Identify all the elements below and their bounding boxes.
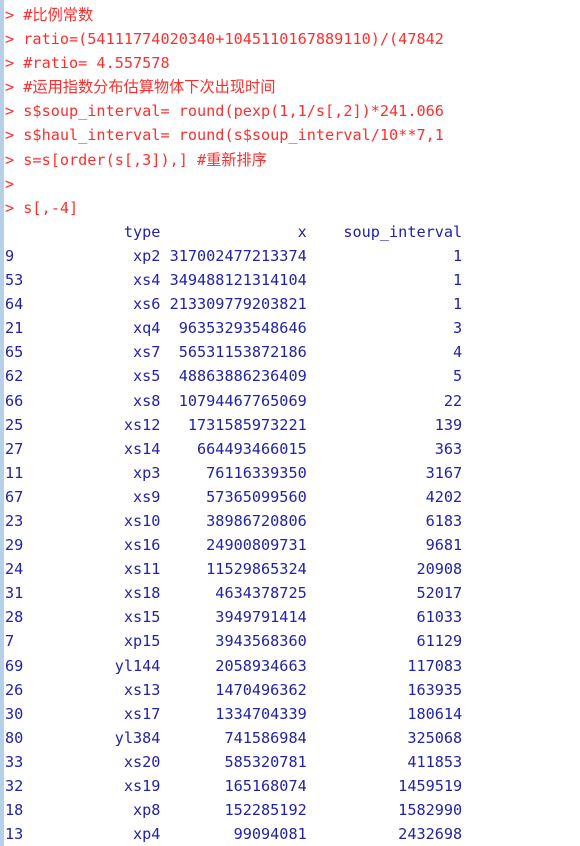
console-command-line: > [5, 174, 15, 193]
table-row: 30 xs17 1334704339 180614 [5, 704, 463, 723]
r-console[interactable]: > #比例常数 > ratio=(54111774020340+104511016… [0, 0, 580, 846]
table-row: 29 xs16 24900809731 9681 [5, 536, 463, 555]
table-row: 66 xs8 10794467765069 22 [5, 391, 463, 410]
table-row: 11 xp3 76116339350 3167 [5, 463, 463, 482]
table-row: 21 xq4 96353293548646 3 [5, 319, 463, 338]
table-row: 28 xs15 3949791414 61033 [5, 608, 463, 627]
console-command-line: > s$haul_interval= round(s$soup_interval… [5, 126, 444, 145]
table-row: 25 xs12 1731585973221 139 [5, 415, 463, 434]
console-output-area: > #比例常数 > ratio=(54111774020340+104511016… [5, 3, 580, 846]
table-row: 31 xs18 4634378725 52017 [5, 584, 463, 603]
left-gutter-strip [0, 0, 4, 846]
console-command-line: > s$soup_interval= round(pexp(1,1/s[,2])… [5, 102, 444, 121]
table-row: 53 xs4 349488121314104 1 [5, 271, 463, 290]
console-command-line: > #比例常数 [5, 6, 94, 24]
table-row: 69 yl144 2058934663 117083 [5, 656, 463, 675]
table-row: 33 xs20 585320781 411853 [5, 752, 463, 771]
table-row: 27 xs14 664493466015 363 [5, 439, 463, 458]
table-row: 64 xs6 213309779203821 1 [5, 295, 463, 314]
table-row: 65 xs7 56531153872186 4 [5, 343, 463, 362]
table-row: 23 xs10 38986720806 6183 [5, 511, 463, 530]
console-command-line: > s=s[order(s[,3]),] #重新排序 [5, 150, 267, 169]
console-command-line: > #ratio= 4.557578 [5, 54, 170, 73]
table-row: 18 xp8 152285192 1582990 [5, 801, 463, 820]
table-row: 13 xp4 99094081 2432698 [5, 825, 463, 844]
table-row: 67 xs9 57365099560 4202 [5, 487, 463, 506]
table-row: 62 xs5 48863886236409 5 [5, 367, 463, 386]
table-row: 26 xs13 1470496362 163935 [5, 680, 463, 699]
console-command-line: > #运用指数分布估算物体下次出现时间 [5, 78, 276, 97]
console-command-line: > ratio=(54111774020340+1045110167889110… [5, 30, 444, 49]
table-row: 9 xp2 317002477213374 1 [5, 246, 463, 265]
table-header-row: type x soup_interval [5, 222, 463, 241]
table-row: 24 xs11 11529865324 20908 [5, 560, 463, 579]
table-row: 32 xs19 165168074 1459519 [5, 777, 463, 795]
table-row: 80 yl384 741586984 325068 [5, 728, 463, 747]
console-command-line: > s[,-4] [5, 198, 79, 217]
table-row: 7 xp15 3943568360 61129 [5, 632, 463, 651]
